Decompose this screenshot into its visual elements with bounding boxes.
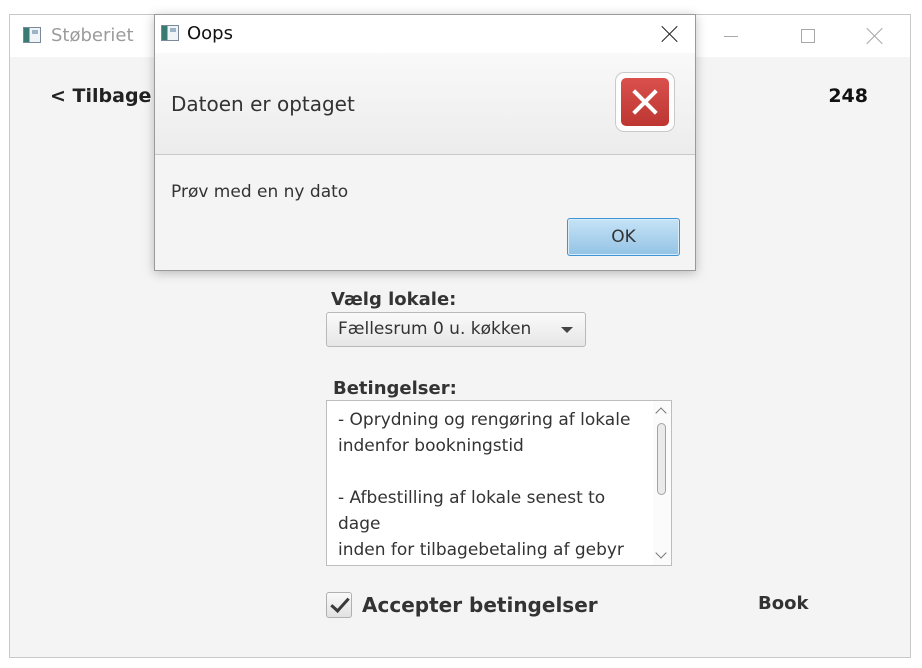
minimize-button[interactable] <box>708 15 754 57</box>
scroll-up-icon[interactable] <box>655 407 667 419</box>
terms-scrollbar[interactable] <box>653 401 671 565</box>
dialog-title: Oops <box>187 23 233 44</box>
scroll-down-icon[interactable] <box>655 547 667 559</box>
terms-line <box>338 459 650 485</box>
terms-line: - Afbestilling af lokale senest to dage <box>338 488 606 534</box>
venue-selected-value: Fællesrum 0 u. køkken <box>338 319 532 339</box>
close-icon <box>661 25 679 43</box>
app-icon <box>23 27 41 43</box>
maximize-button[interactable] <box>785 15 831 57</box>
ok-button[interactable]: OK <box>567 218 680 256</box>
terms-line: inden for tilbagebetaling af gebyr <box>338 540 624 560</box>
dialog-app-icon <box>161 25 179 41</box>
checkmark-icon <box>330 592 350 614</box>
scroll-thumb[interactable] <box>657 423 666 495</box>
terms-label: Betingelser: <box>333 378 457 399</box>
terms-line: - Oprydning og rengøring af lokale <box>338 410 631 430</box>
accept-label[interactable]: Accepter betingelser <box>362 593 598 617</box>
dialog-close-button[interactable] <box>645 15 695 53</box>
back-button[interactable]: < Tilbage <box>50 85 151 107</box>
error-dialog: Oops Datoen er optaget Prøv med en ny da… <box>154 14 696 271</box>
book-button[interactable]: Book <box>758 593 808 614</box>
accept-checkbox[interactable] <box>326 592 352 618</box>
minimize-icon <box>724 35 738 37</box>
error-x-icon <box>621 78 669 126</box>
venue-label: Vælg lokale: <box>331 289 457 310</box>
terms-line: indenfor bookningstid <box>338 436 524 456</box>
dialog-content-text: Prøv med en ny dato <box>171 182 349 202</box>
dialog-titlebar: Oops <box>155 15 695 53</box>
dropdown-arrow-icon <box>561 327 573 333</box>
count-label: 248 <box>828 85 868 107</box>
dialog-header: Datoen er optaget <box>155 53 695 155</box>
main-window-title: Støberiet <box>51 25 134 46</box>
venue-select[interactable]: Fællesrum 0 u. køkken <box>326 312 586 347</box>
maximize-icon <box>801 29 815 43</box>
close-icon <box>866 27 884 45</box>
dialog-header-text: Datoen er optaget <box>171 92 355 116</box>
terms-text: - Oprydning og rengøring af lokale inden… <box>338 407 650 563</box>
close-button[interactable] <box>852 15 898 57</box>
error-icon <box>615 72 675 132</box>
terms-textarea[interactable]: - Oprydning og rengøring af lokale inden… <box>326 400 672 566</box>
